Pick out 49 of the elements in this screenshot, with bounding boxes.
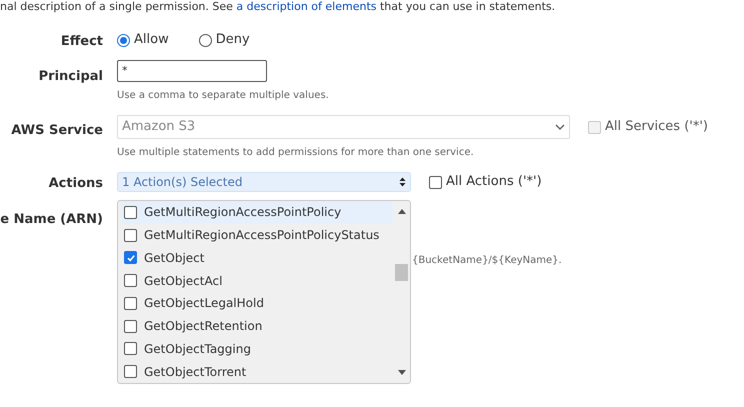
radio-button[interactable] xyxy=(198,34,212,46)
option-label: GetObject xyxy=(144,250,204,267)
checkbox[interactable] xyxy=(124,274,137,288)
radio-label: Deny xyxy=(216,31,250,50)
hint-text: Use a comma to separate multiple values. xyxy=(117,89,329,103)
action-option[interactable]: GetObjectAcl xyxy=(121,269,393,292)
hint-text: Use multiple statements to add permissions for more than one service. xyxy=(117,146,475,160)
checkbox-label: All Actions ('*') xyxy=(446,173,542,192)
action-option[interactable]: GetObject xyxy=(121,246,393,270)
action-option[interactable]: GetMultiRegionAccessPointPolicyStatus xyxy=(121,224,393,246)
scroll-up-icon[interactable] xyxy=(398,209,406,214)
action-option[interactable]: GetObjectTagging xyxy=(121,338,393,360)
radio-button[interactable] xyxy=(117,34,130,46)
intro-text: nal description of a single permission. See a description of elements that you can use in statements. xyxy=(0,0,556,14)
updown-arrow-icon xyxy=(399,177,406,187)
principal-input[interactable]: * xyxy=(117,60,267,82)
scrollbar[interactable] xyxy=(393,201,410,383)
checkbox[interactable] xyxy=(124,228,137,242)
description-link[interactable]: a description of elements xyxy=(236,0,376,13)
checkbox[interactable] xyxy=(124,342,137,356)
action-option[interactable]: GetObjectTorrent xyxy=(121,360,393,383)
option-label: GetObjectAcl xyxy=(144,272,222,290)
checkbox[interactable] xyxy=(429,176,442,188)
scroll-down-icon[interactable] xyxy=(398,370,406,375)
chevron-down-icon xyxy=(555,124,565,130)
checkbox[interactable] xyxy=(124,206,137,219)
checkbox[interactable] xyxy=(124,251,137,264)
hint-text: {BucketName}/${KeyName}. xyxy=(412,254,562,266)
field-label: Effect xyxy=(60,34,103,49)
checkbox[interactable] xyxy=(124,320,137,333)
radio-label: Allow xyxy=(134,31,169,50)
actions-select[interactable]: 1 Action(s) Selected xyxy=(117,172,411,192)
field-label: Actions xyxy=(48,176,103,191)
action-option[interactable]: GetMultiRegionAccessPointPolicy xyxy=(121,201,393,224)
checkbox-label: All Services ('*') xyxy=(605,118,708,136)
checkbox[interactable] xyxy=(124,296,137,310)
action-option[interactable]: GetObjectLegalHold xyxy=(121,292,393,315)
field-label: Principal xyxy=(38,69,103,84)
option-label: GetObjectRetention xyxy=(144,318,262,336)
scrollbar-thumb[interactable] xyxy=(395,264,408,281)
option-label: GetObjectLegalHold xyxy=(144,295,264,312)
field-label: AWS Service xyxy=(11,123,103,138)
option-label: GetObjectTagging xyxy=(144,340,251,358)
action-option[interactable]: GetObjectRetention xyxy=(121,314,393,338)
option-label: GetMultiRegionAccessPointPolicy xyxy=(144,204,342,222)
option-label: GetMultiRegionAccessPointPolicyStatus xyxy=(144,227,380,244)
option-label: GetObjectTorrent xyxy=(144,364,246,381)
field-label: e Name (ARN) xyxy=(0,211,103,229)
checkbox[interactable] xyxy=(124,365,137,378)
